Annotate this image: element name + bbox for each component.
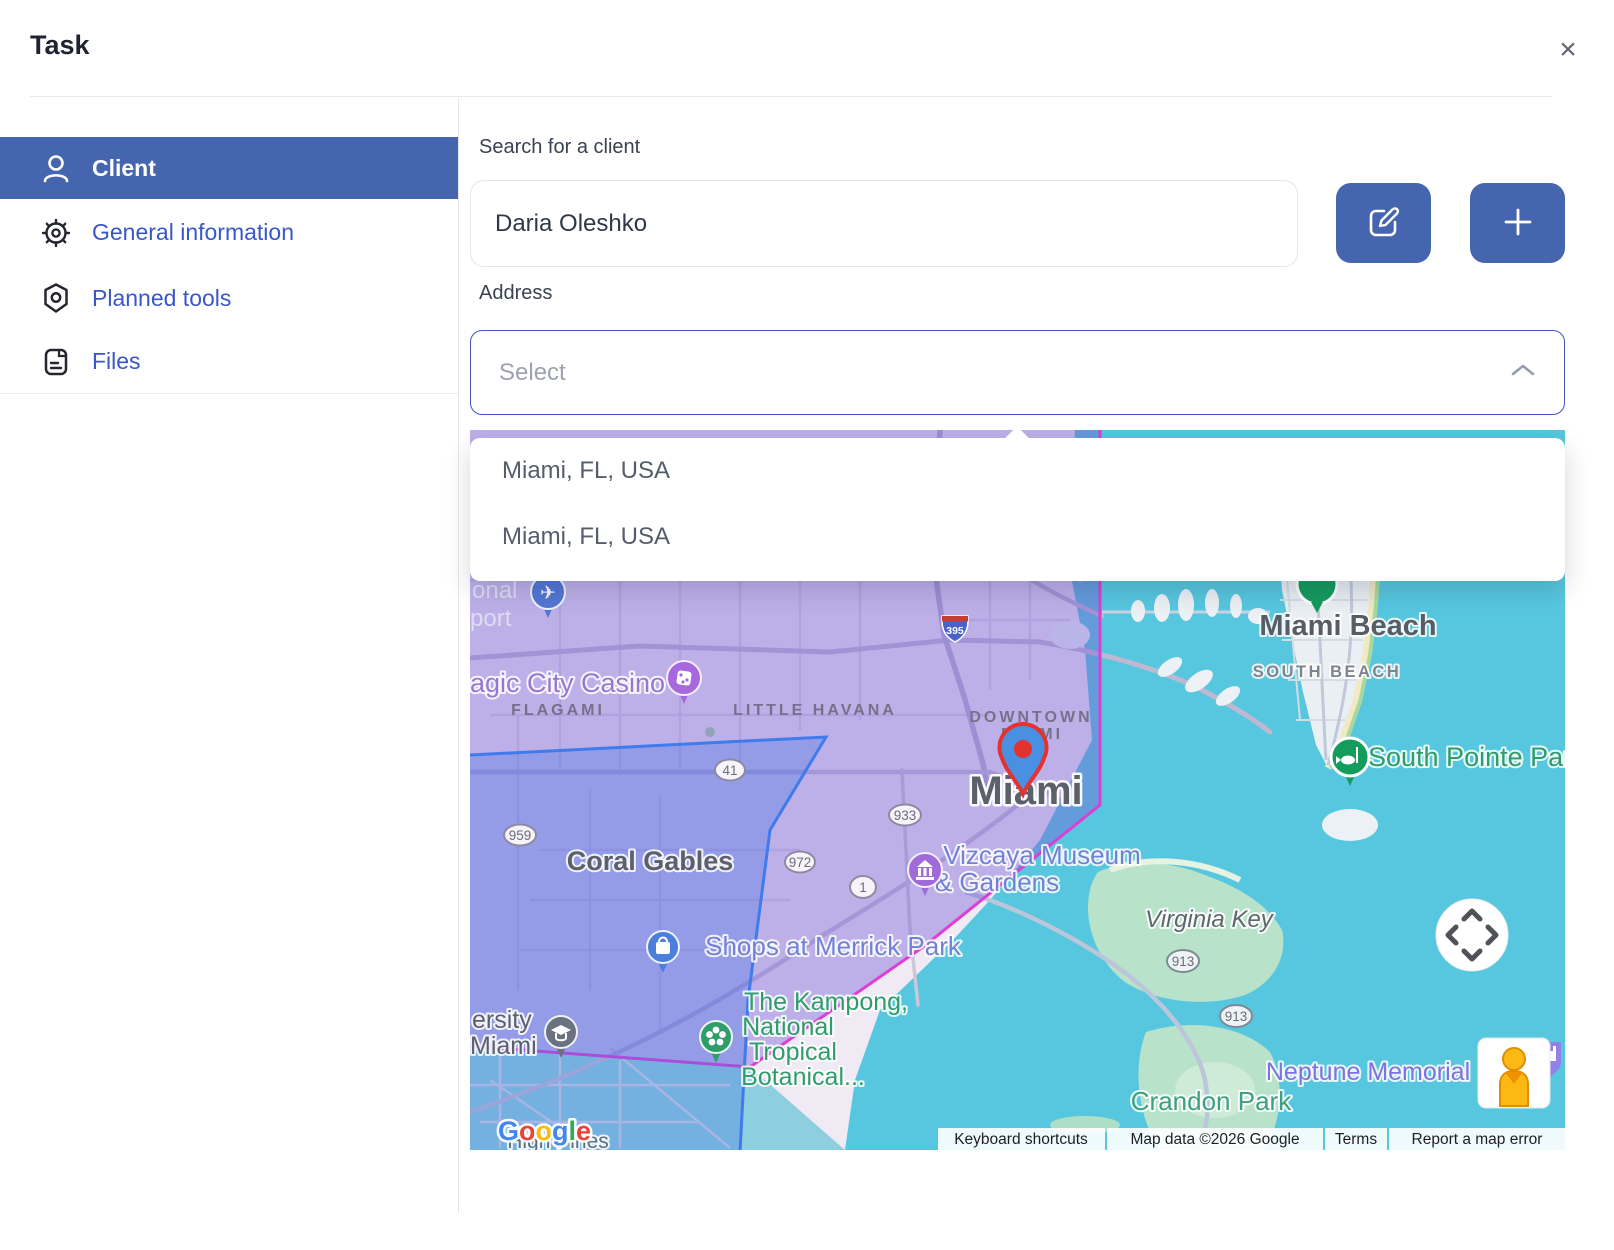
terms-link[interactable]: Terms [1335, 1131, 1377, 1148]
sidebar-item-general-information[interactable]: General information [0, 199, 458, 267]
svg-text:FLAGAMI: FLAGAMI [511, 702, 605, 719]
page-title: Task [30, 30, 90, 61]
edit-client-button[interactable] [1336, 183, 1431, 263]
sidebar-item-label: General information [92, 219, 294, 246]
svg-text:SOUTH BEACH: SOUTH BEACH [1253, 663, 1402, 681]
svg-text:LITTLE HAVANA: LITTLE HAVANA [733, 702, 897, 719]
sidebar-item-label: Planned tools [92, 285, 231, 312]
svg-text:onal: onal [472, 577, 517, 604]
add-client-button[interactable] [1470, 183, 1565, 263]
svg-text:Coral Gables: Coral Gables [567, 846, 734, 876]
client-search-input[interactable] [470, 180, 1298, 267]
svg-text:Miami Beach: Miami Beach [1259, 610, 1436, 642]
hexagon-tool-icon [38, 280, 74, 316]
edit-pencil-icon [1366, 204, 1402, 243]
header-divider [30, 96, 1552, 97]
sidebar-item-label: Client [92, 155, 156, 182]
svg-text:Virginia Key: Virginia Key [1145, 906, 1275, 933]
sidebar-item-label: Files [92, 348, 141, 375]
svg-text:South Pointe Par: South Pointe Par [1368, 742, 1565, 772]
svg-text:✈: ✈ [540, 583, 556, 604]
svg-text:& Gardens: & Gardens [935, 867, 1059, 897]
svg-text:972: 972 [789, 855, 812, 870]
close-icon[interactable]: × [1548, 30, 1588, 70]
google-logo[interactable]: Google [498, 1116, 591, 1146]
svg-text:41: 41 [722, 763, 737, 778]
svg-text:913: 913 [1172, 954, 1195, 969]
svg-text:Crandon Park: Crandon Park [1131, 1086, 1292, 1116]
keyboard-shortcuts-link[interactable]: Keyboard shortcuts [954, 1131, 1088, 1148]
address-select-input[interactable] [497, 358, 1510, 388]
svg-text:395: 395 [946, 625, 964, 637]
person-icon [38, 150, 74, 186]
svg-text:Botanical...: Botanical... [741, 1063, 865, 1091]
svg-text:National: National [742, 1013, 834, 1041]
map-data-text: Map data ©2026 Google [1130, 1131, 1299, 1148]
address-select[interactable] [470, 330, 1565, 415]
sidebar-divider [458, 98, 459, 1213]
pan-control[interactable] [1436, 899, 1508, 971]
svg-text:port: port [470, 605, 512, 632]
svg-text:959: 959 [509, 828, 532, 843]
map-attribution: Keyboard shortcuts Map data ©2026 Google… [938, 1128, 1565, 1150]
svg-text:Neptune Memorial: Neptune Memorial [1266, 1058, 1470, 1086]
svg-text:Tropical: Tropical [749, 1038, 837, 1066]
chevron-up-icon[interactable] [1510, 363, 1536, 382]
svg-text:agic City Casino: agic City Casino [470, 668, 665, 698]
task-modal: Task × Client General information Planne… [0, 0, 1614, 1250]
svg-text:913: 913 [1225, 1009, 1248, 1024]
pegman-control[interactable] [1478, 1038, 1550, 1108]
report-map-error-link[interactable]: Report a map error [1412, 1131, 1543, 1148]
gear-icon [38, 215, 74, 251]
address-dropdown: Miami, FL, USA Miami, FL, USA [470, 438, 1565, 581]
sidebar-item-planned-tools[interactable]: Planned tools [0, 266, 458, 331]
sidebar-item-client[interactable]: Client [0, 137, 458, 199]
svg-text:933: 933 [894, 808, 917, 823]
svg-text:Shops at Merrick Park: Shops at Merrick Park [705, 931, 962, 961]
plus-icon [1499, 203, 1537, 244]
svg-text:1: 1 [859, 880, 867, 895]
svg-text:Vizcaya Museum: Vizcaya Museum [943, 840, 1141, 870]
svg-text:ersity: ersity [472, 1006, 532, 1034]
svg-text:The Kampong,: The Kampong, [744, 988, 908, 1016]
dropdown-option[interactable]: Miami, FL, USA [470, 504, 1565, 570]
address-label: Address [479, 282, 552, 305]
svg-text:Miami: Miami [470, 1032, 537, 1060]
search-client-label: Search for a client [479, 136, 640, 159]
file-icon [38, 344, 74, 380]
sidebar-item-files[interactable]: Files [0, 330, 458, 394]
